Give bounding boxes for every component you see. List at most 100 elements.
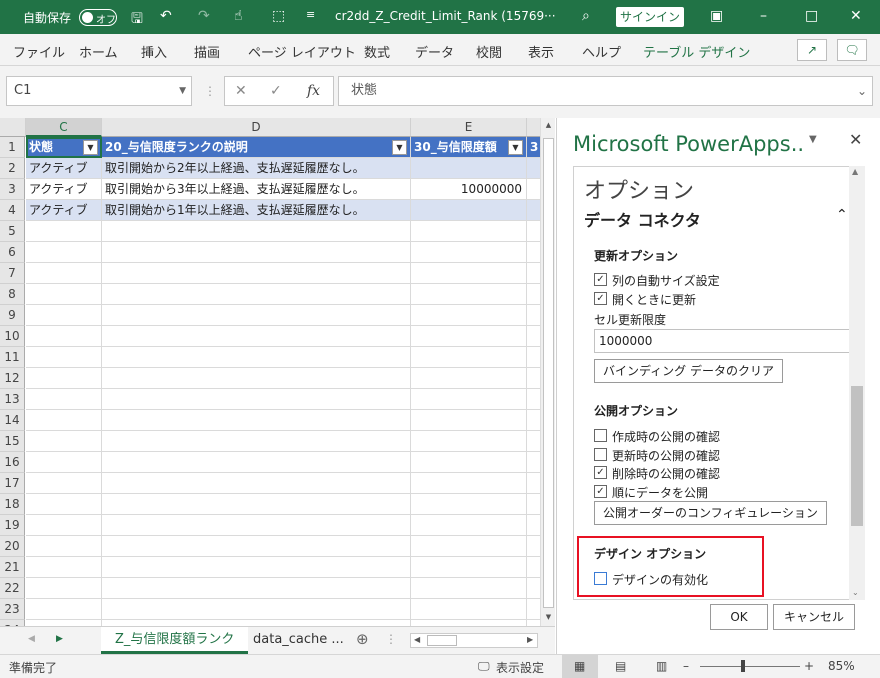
pane-close-icon[interactable]: ✕ bbox=[849, 130, 862, 149]
table-header-cell[interactable]: 30_与信限度額 ▼ bbox=[411, 137, 527, 158]
clear-binding-button[interactable]: バインディング データのクリア bbox=[594, 359, 783, 383]
table-cell[interactable]: 取引開始から2年以上経過、支払遅延履歴なし。 bbox=[102, 158, 411, 179]
grid-cell[interactable] bbox=[411, 242, 527, 263]
prev-sheet-icon[interactable]: ◀ bbox=[28, 634, 35, 644]
save-icon[interactable]: 🖫 bbox=[131, 8, 143, 32]
filter-dropdown-icon[interactable]: ▼ bbox=[508, 140, 523, 155]
grid-cell[interactable] bbox=[527, 284, 540, 305]
grid-cell[interactable] bbox=[527, 515, 540, 536]
tab-data[interactable]: データ bbox=[415, 42, 454, 61]
grid-cell[interactable] bbox=[26, 452, 102, 473]
scroll-down-icon[interactable]: ▼ bbox=[543, 613, 554, 625]
grid-cell[interactable] bbox=[527, 452, 540, 473]
grid-cell[interactable] bbox=[102, 242, 411, 263]
grid-cell[interactable] bbox=[26, 368, 102, 389]
scroll-left-icon[interactable]: ◀ bbox=[414, 635, 420, 644]
table-cell[interactable]: アクティブ bbox=[26, 179, 102, 200]
publish-option-checkbox[interactable] bbox=[594, 447, 607, 461]
ribbon-display-icon[interactable]: ▣ bbox=[710, 8, 723, 24]
grid-cell[interactable] bbox=[102, 305, 411, 326]
publish-option-checkbox[interactable]: ✓ bbox=[594, 484, 607, 498]
chevron-down-icon[interactable]: ▼ bbox=[179, 77, 186, 105]
worksheet-grid[interactable]: C D E 1 状態 ▼ 20_与信限度ランクの説明 ▼ 30_与信限度額 ▼ 3 2 アクティブ… bbox=[0, 118, 540, 626]
grid-cell[interactable] bbox=[527, 431, 540, 452]
grid-cell[interactable] bbox=[26, 242, 102, 263]
cell-limit-input[interactable]: 1000000 bbox=[594, 329, 864, 353]
grid-cell[interactable] bbox=[411, 410, 527, 431]
row-header[interactable]: 6 bbox=[0, 242, 25, 263]
grid-cell[interactable] bbox=[527, 389, 540, 410]
grid-cell[interactable] bbox=[102, 389, 411, 410]
zoom-in-icon[interactable]: + bbox=[804, 659, 814, 673]
grid-cell[interactable] bbox=[527, 221, 540, 242]
grid-cell[interactable] bbox=[411, 515, 527, 536]
horizontal-scrollbar[interactable]: ◀ ▶ bbox=[410, 633, 538, 648]
grid-cell[interactable] bbox=[102, 263, 411, 284]
row-header[interactable]: 2 bbox=[0, 158, 25, 179]
grid-cell[interactable] bbox=[527, 242, 540, 263]
grid-cell[interactable] bbox=[102, 284, 411, 305]
grid-cell[interactable] bbox=[411, 368, 527, 389]
tab-draw[interactable]: 描画 bbox=[194, 42, 220, 61]
grid-cell[interactable] bbox=[527, 599, 540, 620]
zoom-slider[interactable] bbox=[700, 666, 800, 667]
row-header[interactable]: 12 bbox=[0, 368, 25, 389]
redo-icon[interactable]: ↷ bbox=[198, 8, 210, 24]
publish-order-button[interactable]: 公開オーダーのコンフィギュレーション bbox=[594, 501, 827, 525]
grid-cell[interactable] bbox=[26, 557, 102, 578]
grid-cell[interactable] bbox=[26, 515, 102, 536]
table-cell[interactable] bbox=[411, 158, 527, 179]
grid-cell[interactable] bbox=[411, 452, 527, 473]
page-layout-view-icon[interactable]: ▤ bbox=[615, 659, 626, 673]
minimize-icon[interactable]: – bbox=[760, 8, 767, 24]
grid-cell[interactable] bbox=[102, 347, 411, 368]
grid-cell[interactable] bbox=[411, 284, 527, 305]
publish-option-checkbox[interactable] bbox=[594, 429, 607, 442]
grid-cell[interactable] bbox=[411, 221, 527, 242]
grid-cell[interactable] bbox=[102, 578, 411, 599]
grid-cell[interactable] bbox=[102, 452, 411, 473]
grid-cell[interactable] bbox=[527, 179, 540, 200]
grid-cell[interactable] bbox=[102, 410, 411, 431]
grid-cell[interactable] bbox=[26, 599, 102, 620]
grid-cell[interactable] bbox=[26, 389, 102, 410]
grid-cell[interactable] bbox=[26, 326, 102, 347]
undo-icon[interactable]: ↶ bbox=[160, 8, 172, 24]
column-header-c[interactable]: C bbox=[26, 118, 102, 137]
grid-cell[interactable] bbox=[411, 389, 527, 410]
tab-home[interactable]: ホーム bbox=[79, 42, 118, 61]
grid-cell[interactable] bbox=[26, 410, 102, 431]
table-cell[interactable]: アクティブ bbox=[26, 158, 102, 179]
grid-cell[interactable] bbox=[102, 536, 411, 557]
tab-help[interactable]: ヘルプ bbox=[582, 42, 621, 61]
row-header[interactable]: 20 bbox=[0, 536, 25, 557]
row-header[interactable]: 5 bbox=[0, 221, 25, 242]
row-header[interactable]: 18 bbox=[0, 494, 25, 515]
table-cell[interactable]: 10000000 bbox=[411, 179, 527, 200]
column-header-f[interactable] bbox=[527, 118, 540, 137]
column-header-d[interactable]: D bbox=[102, 118, 411, 137]
enter-icon[interactable]: ✓ bbox=[270, 83, 282, 99]
grid-cell[interactable] bbox=[411, 578, 527, 599]
row-header[interactable]: 17 bbox=[0, 473, 25, 494]
grid-cell[interactable] bbox=[527, 557, 540, 578]
screenshot-icon[interactable]: ⬚ bbox=[272, 8, 285, 24]
touch-mode-icon[interactable]: ☝ bbox=[234, 8, 243, 24]
grid-cell[interactable] bbox=[527, 305, 540, 326]
grid-cell[interactable] bbox=[411, 536, 527, 557]
grid-cell[interactable] bbox=[26, 305, 102, 326]
row-header[interactable]: 9 bbox=[0, 305, 25, 326]
tab-page-layout[interactable]: ページ レイアウト bbox=[248, 42, 356, 61]
tab-review[interactable]: 校閲 bbox=[476, 42, 502, 61]
grid-cell[interactable] bbox=[411, 494, 527, 515]
grid-cell[interactable] bbox=[102, 473, 411, 494]
row-header[interactable]: 14 bbox=[0, 410, 25, 431]
grid-cell[interactable] bbox=[26, 221, 102, 242]
column-header-e[interactable]: E bbox=[411, 118, 527, 137]
grid-cell[interactable] bbox=[102, 494, 411, 515]
row-header[interactable]: 22 bbox=[0, 578, 25, 599]
row-header[interactable]: 8 bbox=[0, 284, 25, 305]
zoom-slider-thumb[interactable] bbox=[741, 660, 745, 672]
zoom-out-icon[interactable]: – bbox=[683, 659, 689, 673]
grid-cell[interactable] bbox=[411, 557, 527, 578]
